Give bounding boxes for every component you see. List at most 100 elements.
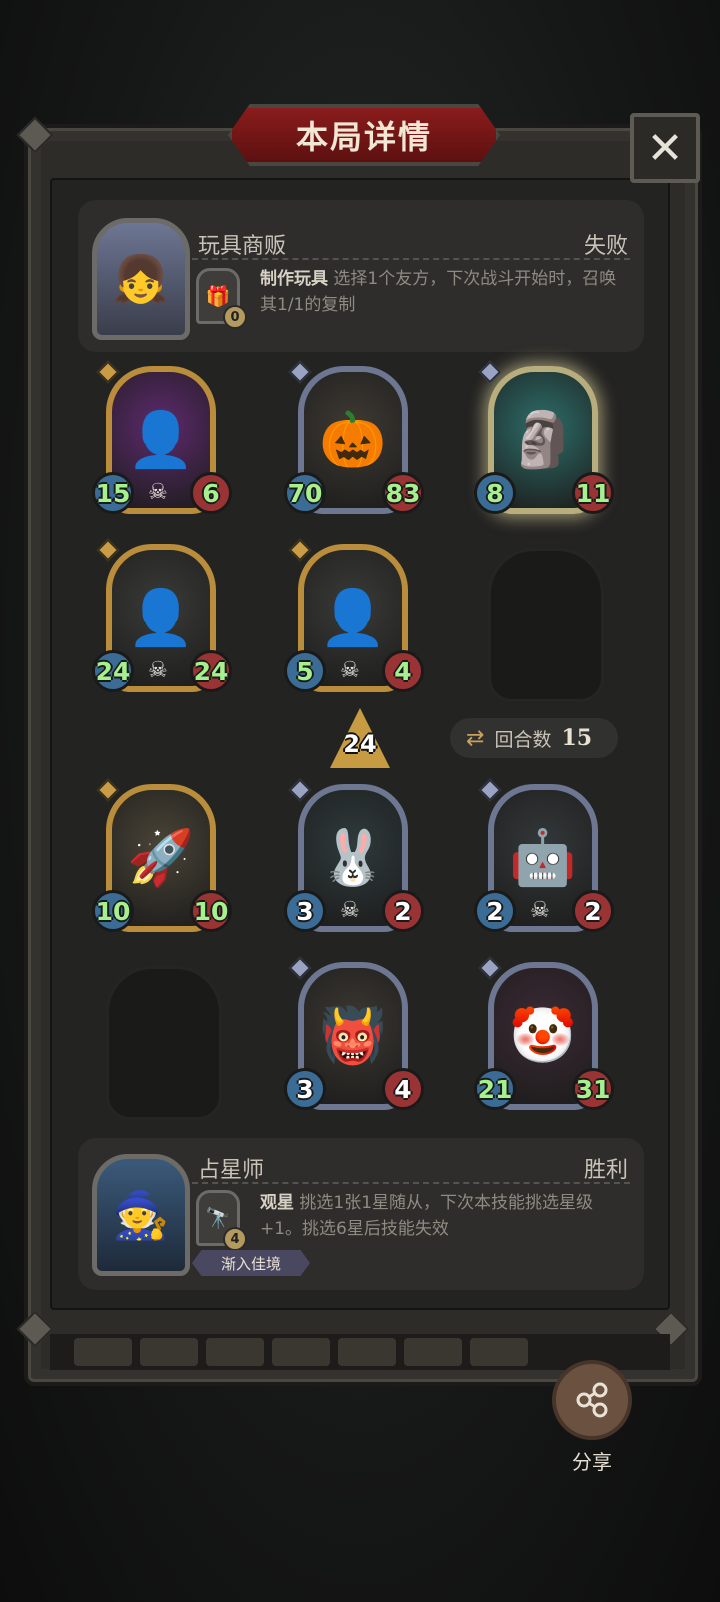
tier-star-icon [478, 956, 502, 980]
deathrattle-skull-icon: ☠ [148, 658, 168, 683]
health-stat: 10 [190, 890, 232, 932]
tier-star-icon [96, 778, 120, 802]
health-stat: 24 [190, 650, 232, 692]
health-stat: 4 [382, 650, 424, 692]
unit-art-icon: 🤖 [509, 826, 577, 889]
player-unit-card[interactable]: 🤖 2 2 ☠ [474, 778, 614, 940]
health-stat: 6 [190, 472, 232, 514]
background-card [404, 1338, 462, 1366]
player-avatar-icon: 🧙 [112, 1187, 170, 1242]
skill-counter-badge: 4 [223, 1227, 247, 1251]
attack-stat: 3 [284, 1068, 326, 1110]
health-stat: 2 [382, 890, 424, 932]
unit-art-icon: 🎃 [319, 408, 387, 471]
skill-counter-badge: 0 [223, 305, 247, 329]
unit-art-icon: 🗿 [509, 408, 577, 471]
player-skill-name: 观星 [260, 1193, 294, 1213]
tier-star-icon [288, 360, 312, 384]
player-unit-card[interactable]: 👹 3 4 [284, 956, 424, 1118]
divider [192, 258, 630, 260]
tier-star-icon [288, 956, 312, 980]
player-empty-slot [106, 966, 222, 1120]
player-skill-icon[interactable]: 🔭 4 [196, 1190, 247, 1251]
tier-star-icon [478, 778, 502, 802]
deathrattle-skull-icon: ☠ [530, 898, 550, 923]
unit-art-icon: 👤 [319, 586, 387, 649]
health-stat: 31 [572, 1068, 614, 1110]
player-portrait: 🧙 [92, 1154, 190, 1276]
opponent-unit-card[interactable]: 🎃 70 83 [284, 360, 424, 522]
rounds-value: 15 [561, 725, 593, 751]
attack-stat: 15 [92, 472, 134, 514]
attack-stat: 10 [92, 890, 134, 932]
divider [192, 1182, 630, 1184]
player-skill-text: 观星 挑选1张1星随从，下次本技能挑选星级+1。挑选6星后技能失效 [260, 1190, 628, 1242]
attack-stat: 2 [474, 890, 516, 932]
opponent-unit-card[interactable]: 👤 15 6 ☠ [92, 360, 232, 522]
opponent-portrait: 👧 [92, 218, 190, 340]
repeat-icon: ⇄ [466, 725, 485, 751]
opponent-skill-name: 制作玩具 [260, 269, 328, 289]
unit-art-icon: 🚀 [127, 826, 195, 889]
background-card [272, 1338, 330, 1366]
attack-stat: 8 [474, 472, 516, 514]
attack-stat: 21 [474, 1068, 516, 1110]
rounds-counter: ⇄ 回合数 15 [450, 718, 618, 758]
opponent-skill-icon[interactable]: 🎁 0 [196, 268, 247, 329]
deathrattle-skull-icon: ☠ [148, 480, 168, 505]
deathrattle-skull-icon: ☠ [340, 898, 360, 923]
attack-stat: 70 [284, 472, 326, 514]
unit-art-icon: 👤 [127, 408, 195, 471]
player-info-card: 🧙 占星师 胜利 🔭 4 观星 挑选1张1星随从，下次本技能挑选星级+1。挑选6… [78, 1138, 644, 1290]
tier-star-icon [288, 538, 312, 562]
opponent-skill-text: 制作玩具 选择1个友方，下次战斗开始时，召唤其1/1的复制 [260, 266, 628, 318]
status-tag: 渐入佳境 [192, 1250, 310, 1276]
tier-star-icon [478, 360, 502, 384]
damage-value: 24 [343, 730, 377, 758]
tier-star-icon [96, 360, 120, 384]
opponent-avatar-icon: 👧 [112, 251, 170, 306]
background-card [140, 1338, 198, 1366]
close-button[interactable]: ✕ [630, 113, 700, 183]
player-skill-desc: 挑选1张1星随从，下次本技能挑选星级+1。挑选6星后技能失效 [260, 1193, 594, 1239]
share-button[interactable] [552, 1360, 632, 1440]
opponent-unit-card[interactable]: 🗿 8 11 [474, 360, 614, 522]
toy-skill-icon: 🎁 [205, 284, 231, 308]
player-name: 占星师 [198, 1158, 265, 1183]
opponent-result: 失败 [583, 234, 628, 259]
tier-star-icon [96, 538, 120, 562]
title-banner: 本局详情 [228, 104, 500, 166]
health-stat: 4 [382, 1068, 424, 1110]
rounds-label: 回合数 [494, 728, 552, 751]
background-card [206, 1338, 264, 1366]
opponent-info-card: 👧 玩具商贩 失败 🎁 0 制作玩具 选择1个友方，下次战斗开始时，召唤其1/1… [78, 200, 644, 352]
player-unit-card[interactable]: 🚀 10 10 [92, 778, 232, 940]
share-label: 分享 [572, 1450, 612, 1474]
deathrattle-skull-icon: ☠ [340, 658, 360, 683]
unit-art-icon: 🤡 [509, 1004, 577, 1067]
close-icon: ✕ [646, 122, 684, 174]
player-unit-card[interactable]: 🤡 21 31 [474, 956, 614, 1118]
unit-art-icon: 👤 [127, 586, 195, 649]
attack-stat: 5 [284, 650, 326, 692]
background-card [470, 1338, 528, 1366]
attack-stat: 3 [284, 890, 326, 932]
opponent-unit-card[interactable]: 👤 5 4 ☠ [284, 538, 424, 700]
telescope-icon: 🔭 [205, 1206, 231, 1230]
unit-art-icon: 👹 [319, 1004, 387, 1067]
health-stat: 83 [382, 472, 424, 514]
page-title: 本局详情 [295, 118, 432, 156]
share-icon [576, 1382, 608, 1418]
unit-art-icon: 🐰 [319, 826, 387, 889]
opponent-name: 玩具商贩 [198, 234, 287, 259]
attack-stat: 24 [92, 650, 134, 692]
health-stat: 11 [572, 472, 614, 514]
opponent-empty-slot [488, 548, 604, 702]
background-card [338, 1338, 396, 1366]
player-result: 胜利 [583, 1158, 628, 1183]
background-card [74, 1338, 132, 1366]
tier-star-icon [288, 778, 312, 802]
health-stat: 2 [572, 890, 614, 932]
player-unit-card[interactable]: 🐰 3 2 ☠ [284, 778, 424, 940]
opponent-unit-card[interactable]: 👤 24 24 ☠ [92, 538, 232, 700]
